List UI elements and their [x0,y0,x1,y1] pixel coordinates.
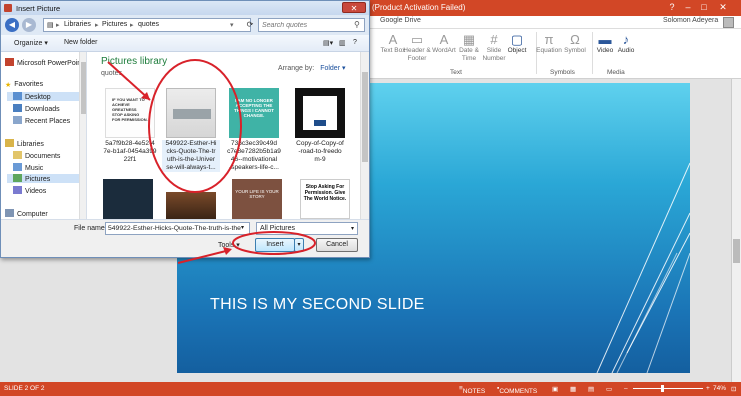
annotation-overlay [107,59,316,264]
